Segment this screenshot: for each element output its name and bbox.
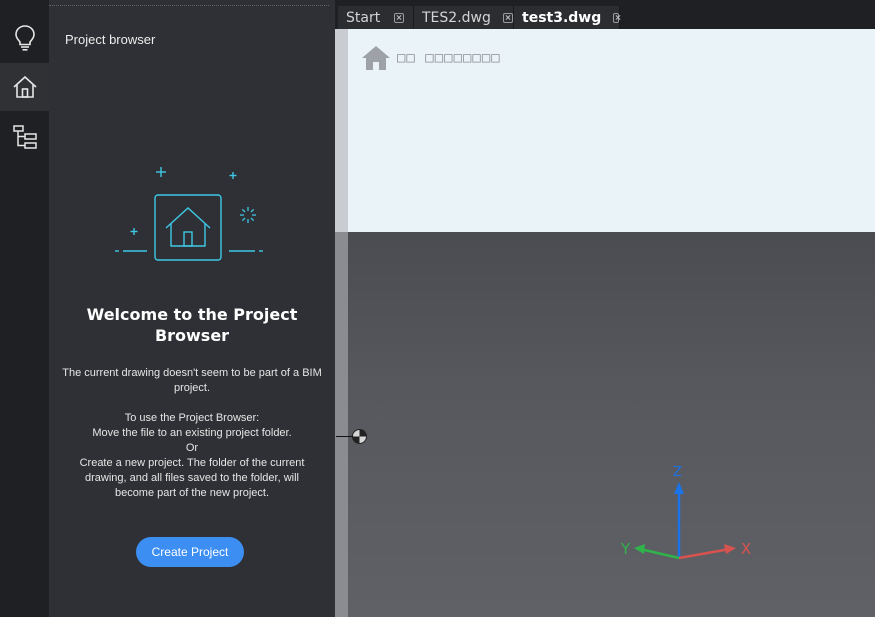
model-space[interactable] (348, 232, 875, 617)
sheet-label: □□ □□□□□□□□ (397, 50, 501, 66)
rail-tips-button[interactable] (0, 14, 49, 62)
home-icon (12, 75, 37, 98)
rail-structure-button[interactable] (0, 113, 49, 161)
tab-start[interactable]: Start (338, 6, 414, 29)
tab-test3-label: test3.dwg (522, 9, 602, 26)
instructions-heading: To use the Project Browser: (124, 412, 260, 424)
lightbulb-icon (14, 25, 35, 51)
ucs-z-label: Z (673, 465, 682, 480)
viewport-left-edge-light (335, 29, 348, 232)
home-icon (362, 46, 390, 70)
tab-tes2-label: TES2.dwg (422, 9, 491, 26)
tab-test3[interactable]: test3.dwg (514, 6, 620, 29)
panel-title: Project browser (65, 32, 156, 47)
origin-marker-icon (352, 429, 367, 444)
close-icon[interactable] (613, 12, 619, 23)
left-rail (0, 0, 49, 617)
project-home-illustration-icon (115, 167, 263, 261)
ucs-y-label: Y (620, 540, 631, 558)
instruction-move-file: Move the file to an existing project fol… (92, 427, 292, 439)
close-icon[interactable] (394, 12, 405, 23)
welcome-title: Welcome to the Project Browser (86, 305, 298, 345)
ucs-x-label: X (741, 540, 751, 558)
document-tab-bar: Start TES2.dwg test3.dwg (335, 0, 875, 29)
tree-structure-icon (12, 125, 37, 149)
ucs-icon: X Y Z (620, 465, 751, 560)
origin-marker-line (336, 436, 353, 437)
project-browser-panel: Project browser Welcome to the Project B… (49, 0, 335, 617)
close-icon[interactable] (502, 12, 513, 23)
drawing-sheet-header: □□ □□□□□□□□ (348, 29, 875, 232)
instructions: To use the Project Browser: Move the fil… (61, 411, 323, 501)
panel-divider (49, 5, 329, 6)
tab-tes2[interactable]: TES2.dwg (414, 6, 514, 29)
tab-start-label: Start (346, 9, 381, 26)
instruction-create-project: Create a new project. The folder of the … (79, 457, 305, 499)
instruction-or: Or (185, 442, 199, 454)
create-project-button[interactable]: Create Project (136, 537, 244, 567)
rail-project-browser-button[interactable] (0, 63, 49, 111)
not-in-project-message: The current drawing doesn't seem to be p… (62, 367, 322, 394)
